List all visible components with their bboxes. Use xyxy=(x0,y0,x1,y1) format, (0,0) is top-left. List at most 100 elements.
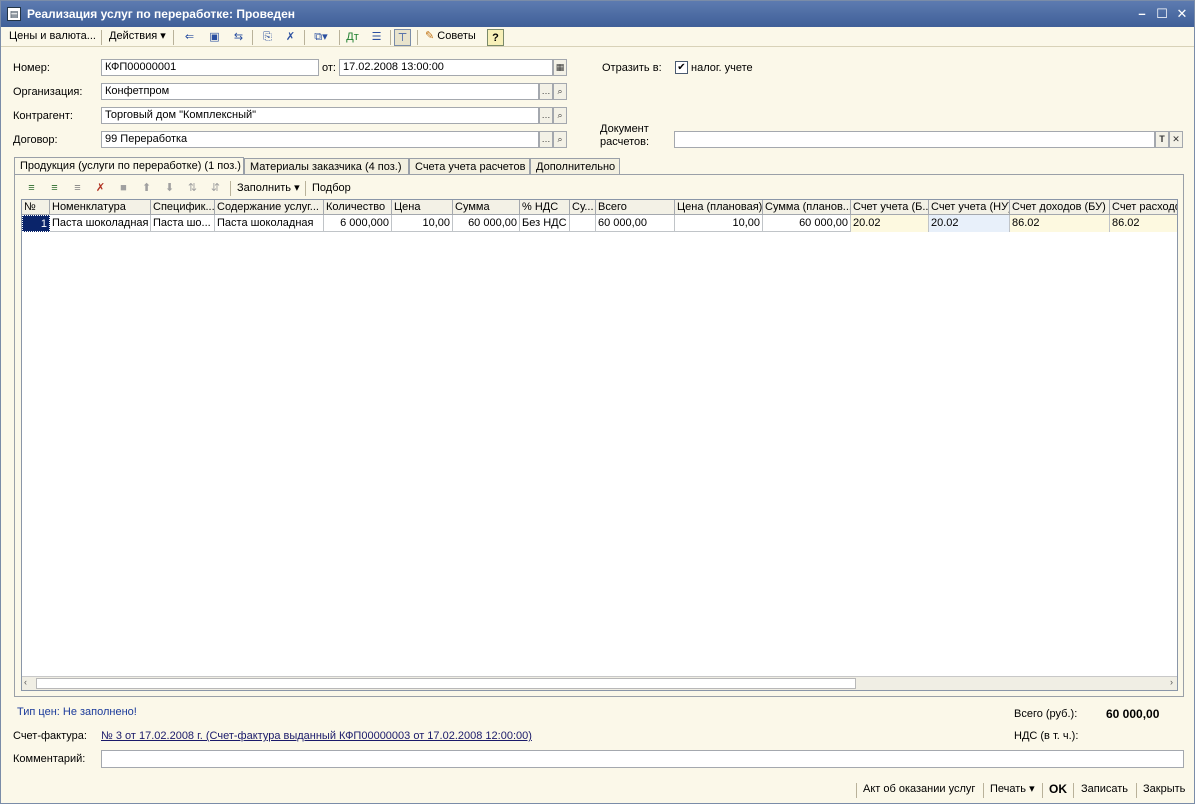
service-content-cell[interactable]: Паста шоколадная xyxy=(215,215,324,232)
planned-price-cell[interactable]: 10,00 xyxy=(675,215,763,232)
swap-icon[interactable]: ⇆ xyxy=(230,29,247,46)
expense-account-cell[interactable]: 86.02 xyxy=(1110,215,1177,232)
copy-document-icon[interactable]: ⎘ xyxy=(259,29,276,46)
select-ellipsis-icon[interactable]: … xyxy=(539,83,553,100)
scrollbar-thumb[interactable] xyxy=(36,678,856,689)
price-cell[interactable]: 10,00 xyxy=(392,215,453,232)
move-down-icon[interactable]: ⬇ xyxy=(161,180,178,197)
tips-button[interactable]: ✎ Советы xyxy=(422,29,479,46)
add-row-icon[interactable]: ≡ xyxy=(23,180,40,197)
column-header[interactable]: Номенклатура xyxy=(50,200,151,215)
select-ellipsis-icon[interactable]: … xyxy=(539,107,553,124)
invoice-link[interactable]: № 3 от 17.02.2008 г. (Счет-фактура выдан… xyxy=(101,730,532,742)
account-nu-cell[interactable]: 20.02 xyxy=(929,215,1010,232)
date-field[interactable]: 17.02.2008 13:00:00 xyxy=(339,59,553,76)
column-header[interactable]: № xyxy=(22,200,50,215)
save-button[interactable]: Записать xyxy=(1081,782,1128,799)
scroll-right-icon[interactable]: › xyxy=(1170,677,1173,687)
quantity-cell[interactable]: 6 000,000 xyxy=(324,215,392,232)
specification-cell[interactable]: Паста шо... xyxy=(151,215,215,232)
vat-rate-cell[interactable]: Без НДС xyxy=(520,215,570,232)
report-icon[interactable]: ☰ xyxy=(368,29,385,46)
close-button[interactable]: Закрыть xyxy=(1143,782,1185,799)
column-header[interactable]: Специфик... xyxy=(151,200,215,215)
counterparty-field[interactable]: Торговый дом "Комплексный" xyxy=(101,107,539,124)
tab-settlement-accounts[interactable]: Счета учета расчетов xyxy=(409,158,530,175)
column-header[interactable]: Всего xyxy=(596,200,675,215)
horizontal-scrollbar[interactable]: ‹ › xyxy=(22,676,1177,690)
copy-row-icon[interactable]: ≡ xyxy=(46,180,63,197)
delete-document-icon[interactable]: ✗ xyxy=(282,29,299,46)
print-menu-button[interactable]: Печать ▾ xyxy=(990,782,1035,799)
total-cell[interactable]: 60 000,00 xyxy=(596,215,675,232)
help-icon[interactable]: ? xyxy=(487,29,504,46)
tab-products[interactable]: Продукция (услуги по переработке) (1 поз… xyxy=(14,157,244,175)
prices-currency-button[interactable]: Цены и валюта... xyxy=(6,29,99,46)
clear-icon[interactable]: ✕ xyxy=(1169,131,1183,148)
structure-icon[interactable]: ⧉▾ xyxy=(308,29,334,46)
delete-row-icon[interactable]: ✗ xyxy=(92,180,109,197)
nomenclature-cell[interactable]: Паста шоколадная xyxy=(50,215,151,232)
ok-button[interactable]: OK xyxy=(1049,782,1067,799)
calendar-icon[interactable]: ▦ xyxy=(553,59,567,76)
table-toolbar: ≡ ≡ ≡ ✗ ■ ⬆ ⬇ ⇅ ⇵ Заполнить ▾ Подбор xyxy=(15,180,1175,198)
sort-desc-icon[interactable]: ⇵ xyxy=(207,180,224,197)
account-bu-cell[interactable]: 20.02 xyxy=(851,215,929,232)
number-field[interactable]: КФП00000001 xyxy=(101,59,319,76)
contract-field[interactable]: 99 Переработка xyxy=(101,131,539,148)
select-button[interactable]: Подбор xyxy=(309,181,354,198)
column-header[interactable]: Сумма xyxy=(453,200,520,215)
end-edit-icon[interactable]: ■ xyxy=(115,180,132,197)
sum-cell[interactable]: 60 000,00 xyxy=(453,215,520,232)
settlement-doc-field[interactable] xyxy=(674,131,1155,148)
vat-sum-cell[interactable] xyxy=(570,215,596,232)
move-up-icon[interactable]: ⬆ xyxy=(138,180,155,197)
date-label: от: xyxy=(322,62,336,74)
column-header[interactable]: Счет учета (НУ) xyxy=(929,200,1010,215)
income-account-cell[interactable]: 86.02 xyxy=(1010,215,1110,232)
total-value: 60 000,00 xyxy=(1106,707,1160,721)
toolbar-separator xyxy=(1042,783,1043,798)
products-table[interactable]: № Номенклатура Специфик... Содержание ус… xyxy=(21,199,1178,691)
tab-additional[interactable]: Дополнительно xyxy=(530,158,620,175)
planned-sum-cell[interactable]: 60 000,00 xyxy=(763,215,851,232)
column-header[interactable]: Су... xyxy=(570,200,596,215)
fill-menu-button[interactable]: Заполнить ▾ xyxy=(234,181,303,198)
table-row[interactable]: 1 Паста шоколадная Паста шо... Паста шок… xyxy=(22,215,1177,232)
minimize-icon[interactable]: – xyxy=(1134,6,1150,22)
post-document-icon[interactable]: ▣ xyxy=(206,29,223,46)
comment-field[interactable] xyxy=(101,750,1184,768)
column-header[interactable]: Количество xyxy=(324,200,392,215)
subordinate-icon[interactable]: ⊤ xyxy=(394,29,411,46)
edit-row-icon[interactable]: ≡ xyxy=(69,180,86,197)
sort-asc-icon[interactable]: ⇅ xyxy=(184,180,201,197)
actions-menu-button[interactable]: Действия ▾ xyxy=(106,29,169,46)
column-header[interactable]: Цена (плановая) xyxy=(675,200,763,215)
debit-credit-icon[interactable]: Дт xyxy=(344,29,361,46)
scroll-left-icon[interactable]: ‹ xyxy=(24,677,27,687)
tax-accounting-checkbox[interactable]: ✔ xyxy=(675,61,688,74)
column-header[interactable]: Цена xyxy=(392,200,453,215)
column-header[interactable]: Сумма (планов... xyxy=(763,200,851,215)
open-search-icon[interactable]: ⌕ xyxy=(553,83,567,100)
toolbar-separator xyxy=(305,181,306,196)
open-search-icon[interactable]: ⌕ xyxy=(553,131,567,148)
organization-field[interactable]: Конфетпром xyxy=(101,83,539,100)
service-act-button[interactable]: Акт об оказании услуг xyxy=(863,782,975,799)
close-icon[interactable]: ✕ xyxy=(1174,6,1190,22)
arrow-left-icon[interactable]: ⇐ xyxy=(181,29,198,46)
column-header[interactable]: % НДС xyxy=(520,200,570,215)
open-search-icon[interactable]: ⌕ xyxy=(553,107,567,124)
tab-customer-materials[interactable]: Материалы заказчика (4 поз.) xyxy=(244,158,409,175)
select-ellipsis-icon[interactable]: … xyxy=(539,131,553,148)
maximize-icon[interactable]: ☐ xyxy=(1154,6,1170,22)
column-header[interactable]: Счет доходов (БУ) xyxy=(1010,200,1110,215)
column-header[interactable]: Счет учета (Б... xyxy=(851,200,929,215)
price-type-link[interactable]: Тип цен: Не заполнено! xyxy=(17,706,137,718)
column-header[interactable]: Счет расходо xyxy=(1110,200,1177,215)
column-header[interactable]: Содержание услуг... xyxy=(215,200,324,215)
title-bar[interactable]: ▤ Реализация услуг по переработке: Прове… xyxy=(1,1,1194,27)
type-icon[interactable]: T xyxy=(1155,131,1169,148)
row-number-cell[interactable]: 1 xyxy=(22,215,50,232)
actions-label: Действия xyxy=(109,30,158,42)
